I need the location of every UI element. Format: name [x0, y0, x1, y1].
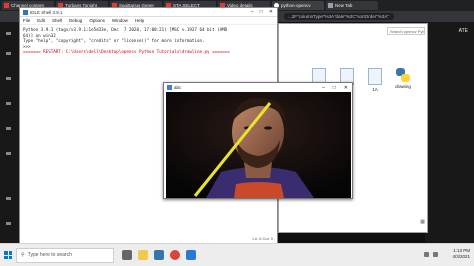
menu-edit[interactable]: Edit	[37, 18, 45, 23]
url-field[interactable]: ...2F"columnType"%3A"date"%2C"sortOrder"…	[284, 13, 394, 20]
nav-icon[interactable]	[6, 127, 11, 130]
nav-icon[interactable]	[6, 102, 11, 105]
menu-shell[interactable]: Shell	[52, 18, 62, 23]
taskbar: ⚲ Type here to search 1:13 PM 4/3/2021	[0, 243, 474, 266]
python-icon	[23, 9, 28, 15]
taskbar-pinned-apps	[122, 250, 196, 260]
browser-tab[interactable]: python-opencv	[272, 1, 324, 10]
start-button[interactable]	[0, 244, 16, 266]
close-icon[interactable]: ✕	[344, 85, 348, 91]
app-icon[interactable]	[186, 250, 196, 260]
browser-tab-label: python-opencv	[281, 3, 311, 8]
page-label: ATE	[458, 28, 468, 34]
file-name: drawing	[395, 84, 411, 89]
browser-tab-label: New Tab	[335, 3, 353, 8]
minimize-icon[interactable]: –	[251, 9, 254, 15]
taskbar-search-input[interactable]: ⚲ Type here to search	[16, 247, 114, 263]
maximize-icon[interactable]: □	[333, 85, 336, 91]
image-canvas	[166, 92, 351, 198]
window-icon	[167, 85, 172, 90]
minimize-icon[interactable]: –	[322, 85, 325, 91]
nav-icon[interactable]	[6, 222, 11, 225]
nav-icon[interactable]	[6, 77, 11, 80]
menu-window[interactable]: Window	[112, 18, 128, 23]
search-placeholder: Type here to search	[27, 252, 72, 258]
opencv-image-window: abc – □ ✕	[163, 82, 353, 199]
maximize-icon[interactable]: □	[260, 9, 263, 15]
menu-icon[interactable]	[6, 32, 11, 35]
file-item[interactable]: drawing	[393, 68, 413, 89]
new-tab-icon	[328, 3, 333, 8]
portrait-photo	[166, 92, 351, 198]
cv-window-title: abc	[174, 85, 182, 90]
restart-line: ======= RESTART: C:\Users\dell\Desktop\o…	[23, 49, 230, 55]
document-icon	[368, 68, 382, 85]
menu-file[interactable]: File	[23, 18, 30, 23]
search-icon: ⚲	[21, 252, 25, 258]
volume-icon[interactable]	[433, 252, 438, 257]
system-tray	[424, 252, 438, 257]
cv-title-bar: abc – □ ✕	[164, 83, 352, 92]
status-line-col: Ln: 6 Col: 0	[252, 236, 273, 241]
background-webpage-right: ATE	[425, 22, 474, 266]
task-view-icon[interactable]	[122, 250, 132, 260]
python-file-icon	[396, 68, 410, 82]
python-taskbar-icon[interactable]	[154, 250, 164, 260]
file-explorer-icon[interactable]	[138, 250, 148, 260]
idle-title-bar: IDLE Shell 3.9.1 – □ ✕	[20, 8, 277, 17]
shell-output[interactable]: Python 3.9.1 (tags/v3.9.1:1e5d33e, Dec 7…	[20, 25, 277, 57]
idle-title: IDLE Shell 3.9.1	[30, 9, 63, 15]
menu-debug[interactable]: Debug	[69, 18, 82, 23]
clock-date: 4/3/2021	[452, 254, 470, 259]
idle-menu-bar: File Edit Shell Debug Options Window Hel…	[20, 17, 277, 25]
home-icon[interactable]	[6, 52, 11, 55]
close-icon[interactable]: ✕	[269, 9, 273, 15]
explorer-search-input[interactable]: Search opencv Python Tutori...	[387, 27, 425, 35]
windows-logo-icon	[4, 251, 12, 259]
menu-help[interactable]: Help	[135, 18, 144, 23]
file-name: 1A	[372, 87, 378, 92]
browser-tab[interactable]: New Tab	[326, 1, 378, 10]
background-webpage-left	[0, 22, 20, 266]
chrome-icon[interactable]	[170, 250, 180, 260]
nav-icon[interactable]	[6, 152, 11, 155]
menu-options[interactable]: Options	[89, 18, 105, 23]
nav-icon[interactable]	[6, 197, 11, 200]
file-item[interactable]: 1A	[365, 68, 385, 92]
view-toggle-icon[interactable]: ▦	[420, 219, 425, 225]
clock[interactable]: 1:13 PM 4/3/2021	[452, 248, 470, 260]
youtube-icon	[4, 3, 9, 8]
network-icon[interactable]	[424, 252, 429, 257]
